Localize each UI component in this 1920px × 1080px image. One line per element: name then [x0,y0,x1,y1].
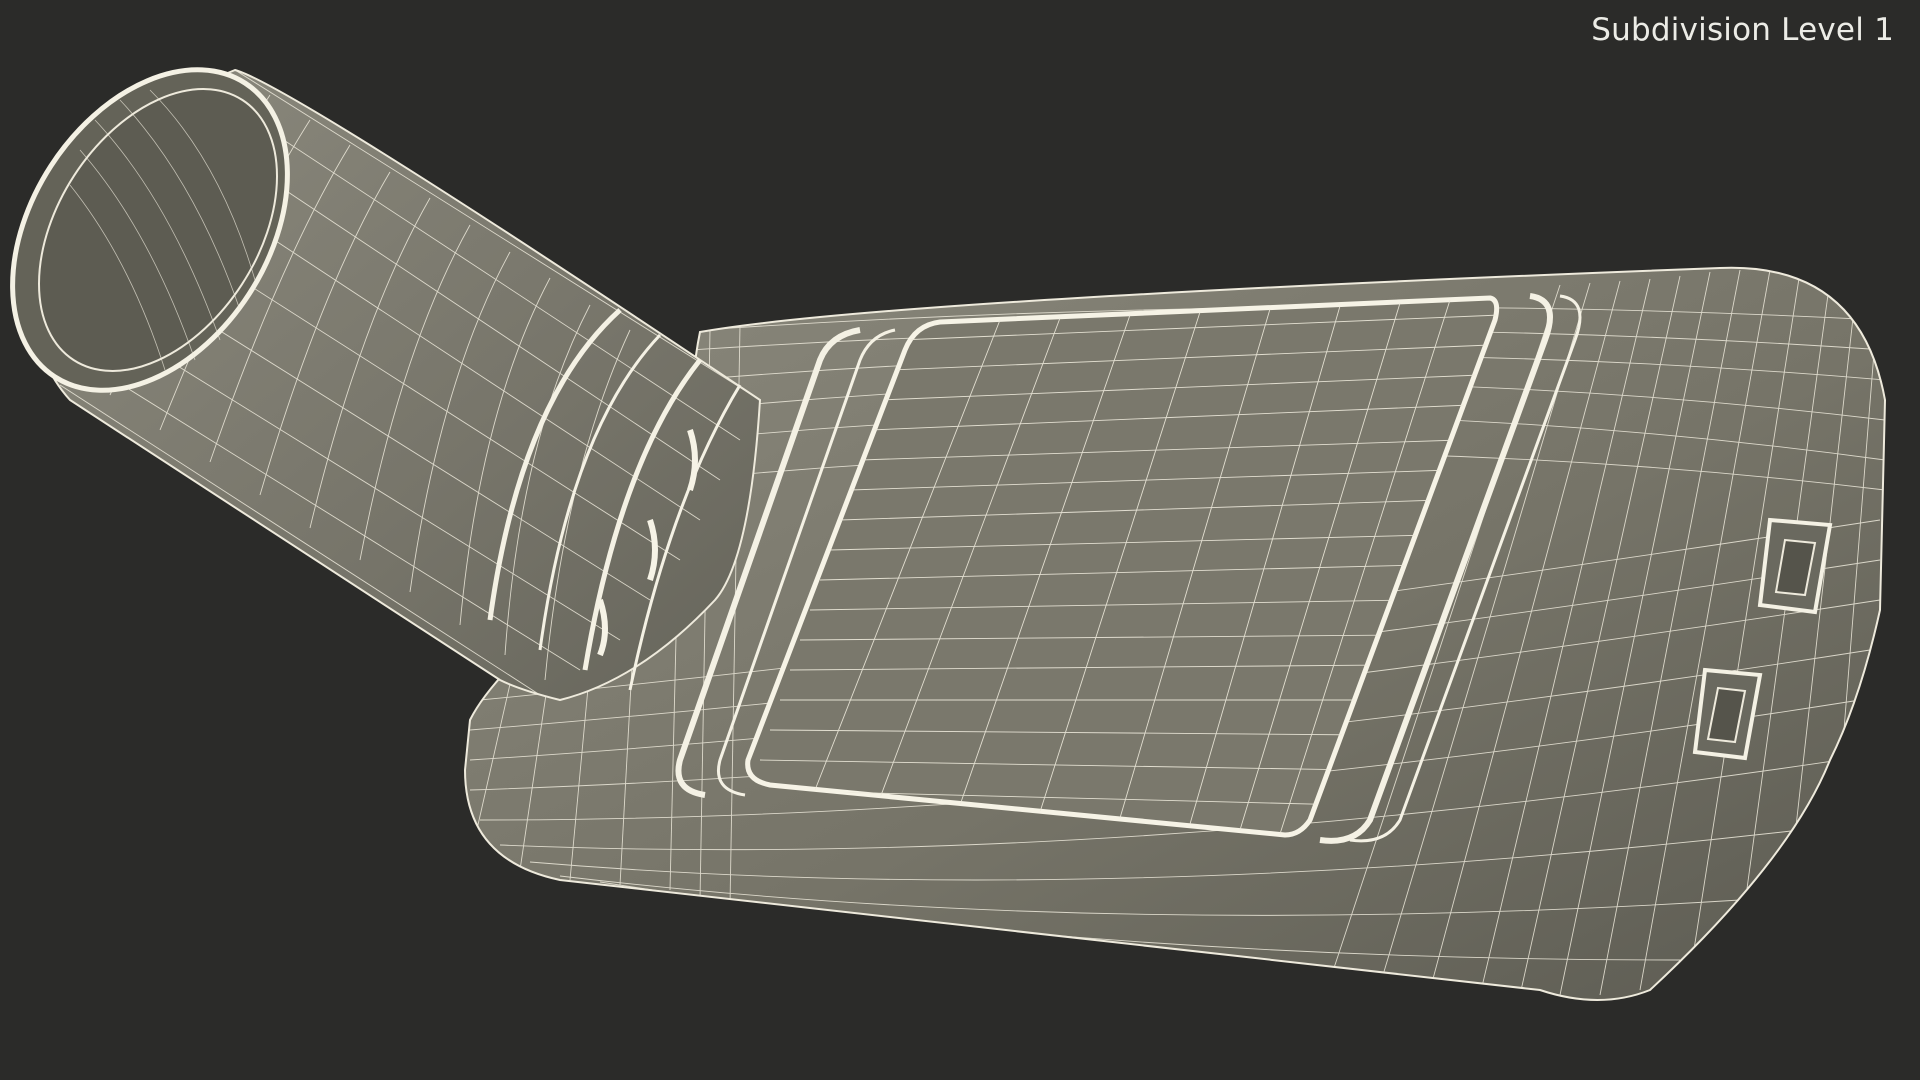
wireframe-model [10,67,1887,1001]
3d-viewport[interactable]: Subdivision Level 1 [0,0,1920,1080]
subdivision-level-label: Subdivision Level 1 [1591,12,1894,48]
